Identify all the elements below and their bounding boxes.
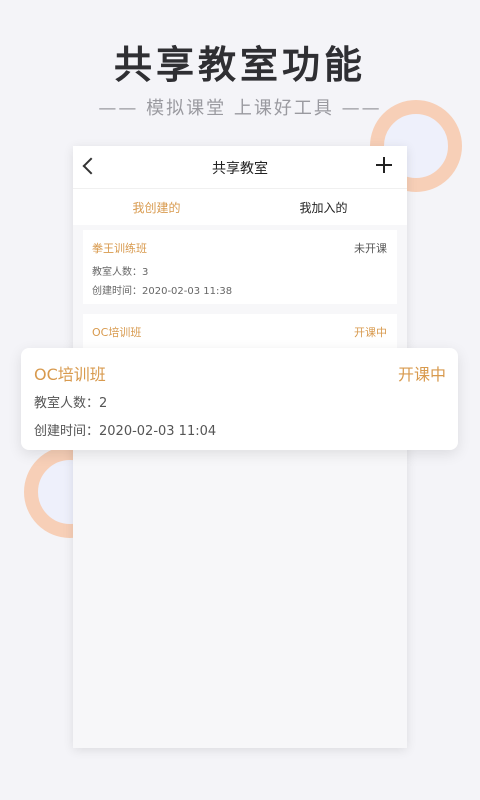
nav-bar: 共享教室: [73, 146, 407, 188]
highlight-status: 开课中: [397, 365, 446, 384]
tab-bar: 我创建的 我加入的: [73, 188, 407, 225]
classroom-card[interactable]: 拳王训练班 未开课 教室人数：3 创建时间：2020-02-03 11:38: [83, 230, 397, 304]
classroom-count: 教室人数：3: [92, 267, 149, 278]
headline: 共享教室功能: [113, 43, 366, 87]
highlight-created: 创建时间：2020-02-03 11:04: [34, 424, 217, 439]
classroom-created: 创建时间：2020-02-03 11:38: [92, 286, 233, 297]
page-title: 共享教室: [212, 161, 268, 177]
classroom-name: 拳王训练班: [92, 242, 147, 255]
plus-icon[interactable]: [375, 156, 393, 174]
highlight-count: 教室人数：2: [34, 396, 108, 411]
tab-joined[interactable]: 我加入的: [240, 199, 407, 216]
classroom-name: OC培训班: [92, 326, 142, 339]
highlight-card[interactable]: OC培训班 开课中 教室人数：2 创建时间：2020-02-03 11:04: [21, 348, 458, 450]
highlight-name: OC培训班: [34, 365, 106, 384]
classroom-status: 开课中: [354, 326, 387, 339]
tab-created[interactable]: 我创建的: [73, 199, 240, 216]
classroom-status: 未开课: [354, 242, 387, 255]
